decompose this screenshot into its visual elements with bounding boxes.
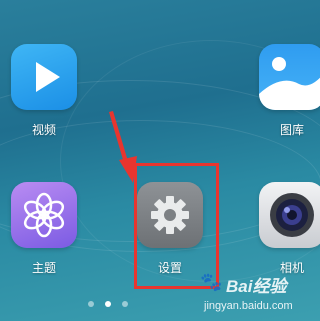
play-icon [36, 62, 60, 92]
app-label-theme: 主题 [31, 261, 56, 275]
page-dot-3[interactable] [122, 301, 128, 307]
flower-icon [23, 192, 65, 238]
landscape-icon [259, 57, 320, 110]
watermark-brand-ai: Bai [226, 277, 253, 296]
paw-logo-icon: 🐾 [200, 272, 223, 293]
camera-lens-icon [270, 193, 314, 237]
app-label-video: 视频 [31, 123, 56, 137]
watermark-brand-cn: 经验 [252, 277, 287, 296]
theme-app-tile[interactable] [11, 182, 77, 248]
app-camera[interactable]: 相机 [257, 182, 320, 275]
app-theme[interactable]: 主题 [9, 182, 79, 275]
app-gallery[interactable]: 图库 [257, 44, 320, 137]
page-indicator[interactable] [88, 301, 128, 309]
baidu-jingyan-watermark: 🐾 Bai经验 jingyan.baidu.com [200, 270, 318, 320]
video-app-tile[interactable] [11, 44, 77, 110]
app-label-gallery: 图库 [279, 123, 304, 137]
page-dot-2-active[interactable] [105, 301, 111, 307]
page-dot-1[interactable] [88, 301, 94, 307]
watermark-url: jingyan.baidu.com [204, 300, 293, 312]
gallery-app-tile[interactable] [259, 44, 320, 110]
app-video[interactable]: 视频 [9, 44, 79, 137]
camera-app-tile[interactable] [259, 182, 320, 248]
